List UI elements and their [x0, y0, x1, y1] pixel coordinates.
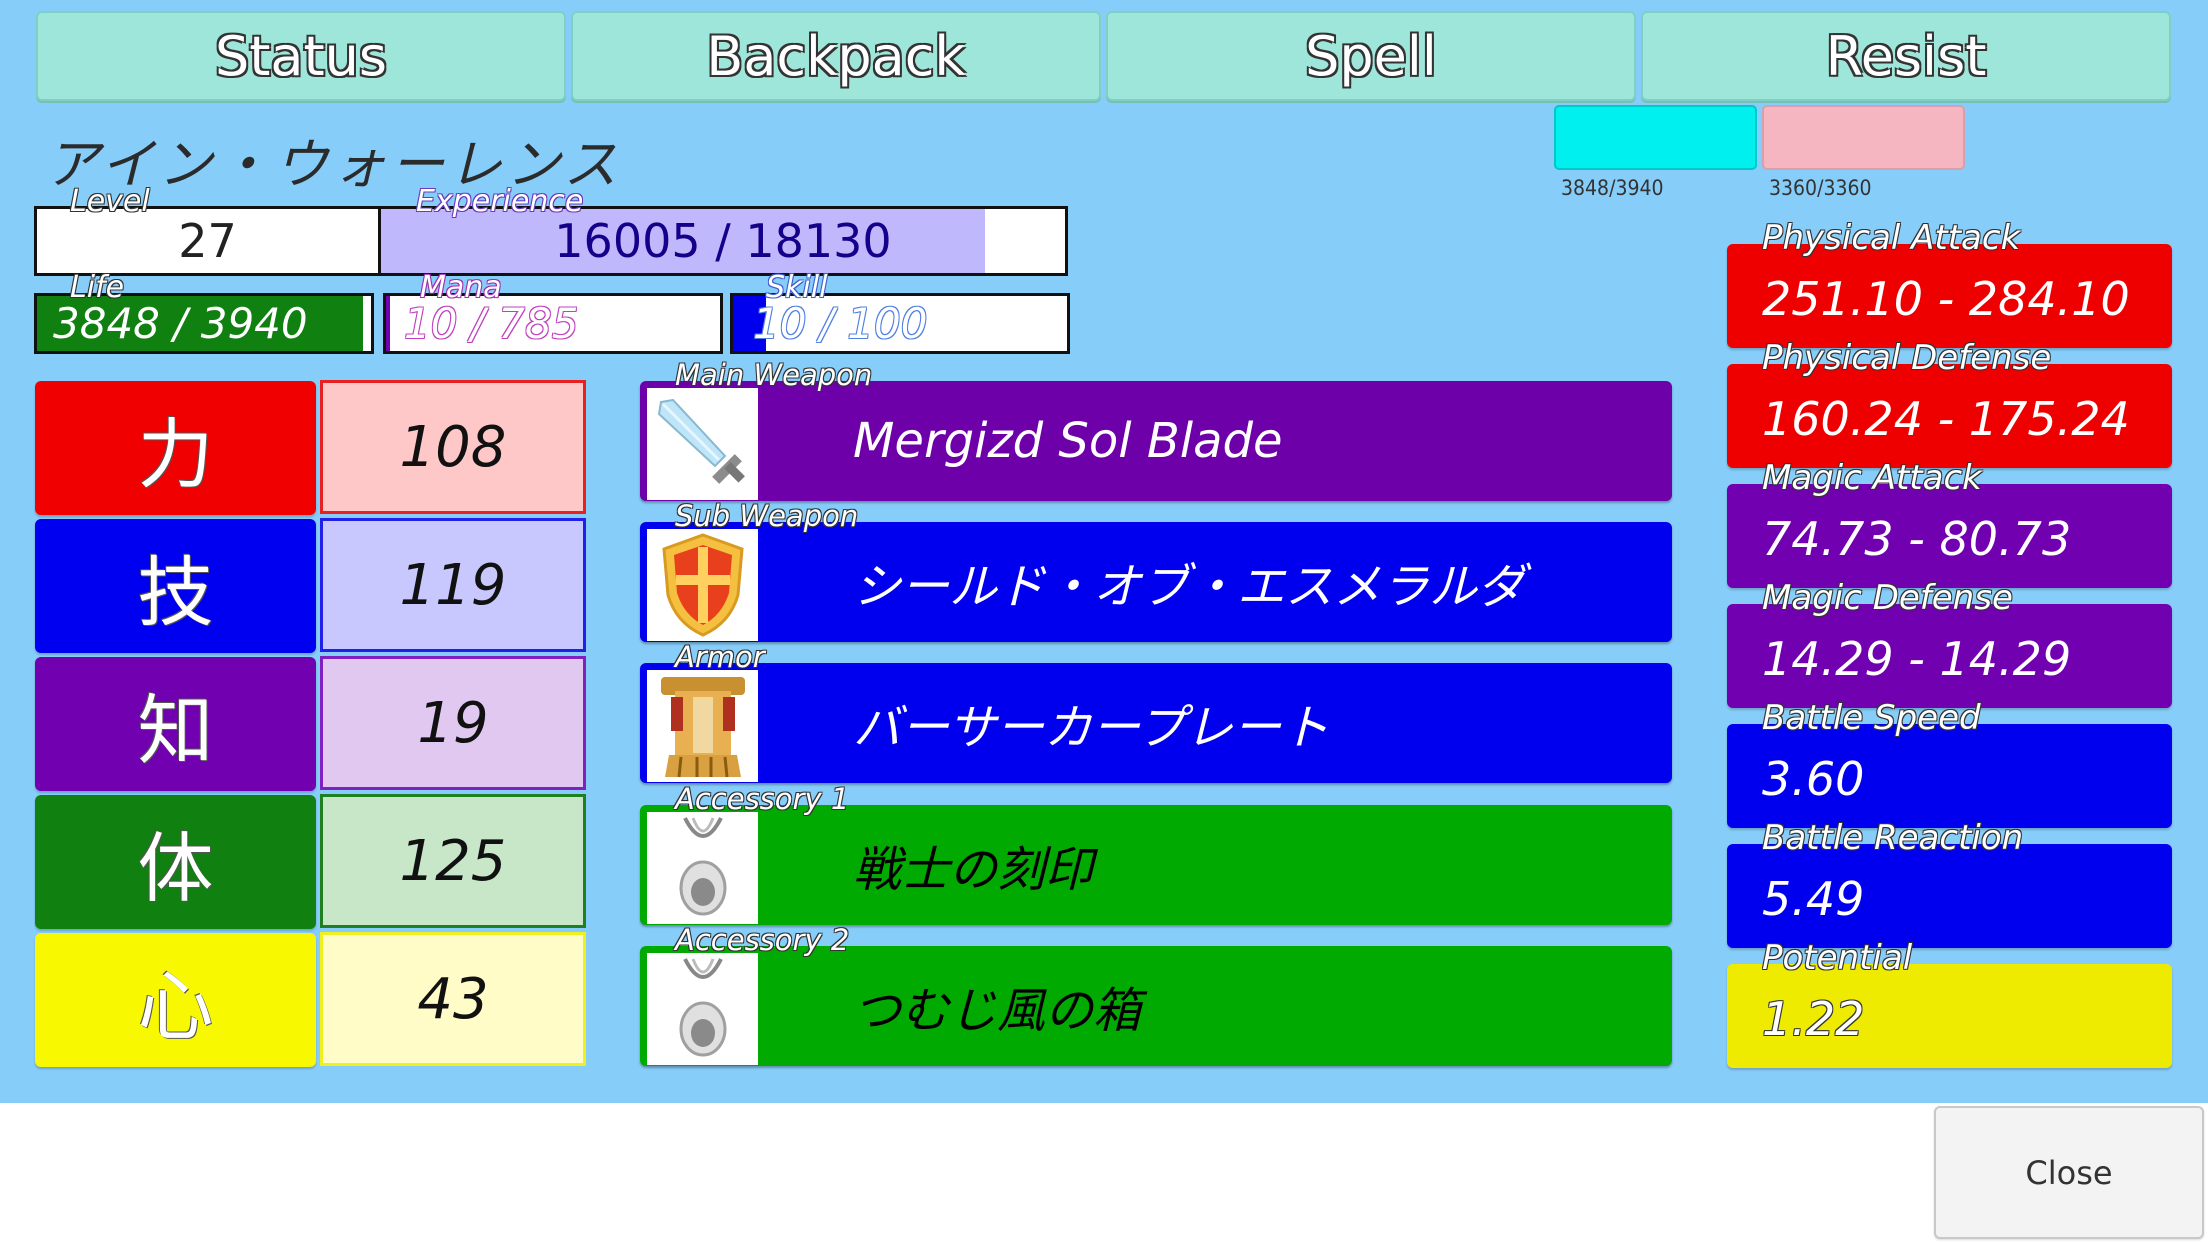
attribute-value-intelligence: 19: [320, 656, 586, 790]
sword-icon: [647, 388, 758, 500]
equipment-accessory-1[interactable]: 戦士の刻印: [640, 805, 1672, 925]
tab-backpack-label: Backpack: [706, 24, 966, 88]
attribute-value-agility: 119: [320, 518, 586, 652]
resist-gauge-pink: [1762, 105, 1965, 170]
equip-slot-label: Armor: [675, 640, 765, 674]
skill-label: Skill: [766, 270, 828, 305]
equip-slot-label: Accessory 2: [675, 923, 850, 957]
tab-resist-label: Resist: [1825, 24, 1987, 88]
status-screen: Status Backpack Spell Resist 3848/3940 3…: [0, 0, 2208, 1103]
stat-label-battle-speed: Battle Speed: [1762, 698, 1981, 738]
stat-value: 14.29 - 14.29: [1762, 632, 2072, 686]
attribute-value-mind: 43: [320, 932, 586, 1066]
stat-battle-reaction: 5.49: [1727, 844, 2172, 948]
stat-value: 160.24 - 175.24: [1762, 392, 2130, 446]
stat-value: 5.49: [1762, 872, 1865, 926]
stat-label-potential: Potential: [1762, 938, 1913, 978]
stat-label-magic-defense: Magic Defense: [1762, 578, 2013, 618]
stat-potential: 1.22: [1727, 964, 2172, 1068]
level-label: Level: [70, 184, 150, 219]
stat-magic-defense: 14.29 - 14.29: [1727, 604, 2172, 708]
life-label: Life: [70, 270, 125, 305]
tab-spell[interactable]: Spell: [1106, 11, 1636, 101]
stat-physical-defense: 160.24 - 175.24: [1727, 364, 2172, 468]
equip-slot-label: Accessory 1: [675, 782, 850, 816]
equipment-name: 戦士の刻印: [853, 842, 1094, 898]
pendant-icon: [647, 812, 758, 924]
pendant-icon: [647, 953, 758, 1065]
resist-gauge-cyan-text: 3848/3940: [1561, 176, 1664, 200]
resist-gauge-pink-text: 3360/3360: [1769, 176, 1872, 200]
stat-value: 3.60: [1762, 752, 1865, 806]
stat-label-magic-attack: Magic Attack: [1762, 458, 1982, 498]
attribute-name-agility: 技: [35, 519, 316, 653]
equip-slot-label: Main Weapon: [675, 358, 873, 392]
equip-slot-label: Sub Weapon: [675, 499, 859, 533]
equipment-name: シールド・オブ・エスメラルダ: [853, 559, 1526, 615]
close-button[interactable]: Close: [1934, 1106, 2204, 1239]
stat-value: 74.73 - 80.73: [1762, 512, 2072, 566]
mana-fill: [386, 296, 391, 351]
equipment-name: Mergizd Sol Blade: [853, 413, 1283, 469]
tab-status-label: Status: [214, 24, 388, 88]
mana-label: Mana: [420, 270, 502, 305]
equipment-name: つむじ風の箱: [853, 983, 1142, 1039]
resist-gauge-cyan: [1554, 105, 1757, 170]
tab-backpack[interactable]: Backpack: [571, 11, 1101, 101]
stat-label-battle-reaction: Battle Reaction: [1762, 818, 2024, 858]
stat-label-physical-defense: Physical Defense: [1762, 338, 2052, 378]
stat-label-physical-attack: Physical Attack: [1762, 218, 2021, 258]
stat-value: 251.10 - 284.10: [1762, 272, 2130, 326]
tab-resist[interactable]: Resist: [1641, 11, 2171, 101]
equipment-main-weapon[interactable]: Mergizd Sol Blade: [640, 381, 1672, 501]
attribute-value-strength: 108: [320, 380, 586, 514]
attribute-name-stamina: 体: [35, 795, 316, 929]
attribute-name-mind: 心: [35, 933, 316, 1067]
equipment-name: バーサーカープレート: [853, 700, 1330, 756]
shield-icon: [647, 529, 758, 641]
tab-spell-label: Spell: [1305, 24, 1437, 88]
attribute-name-strength: 力: [35, 381, 316, 515]
stat-battle-speed: 3.60: [1727, 724, 2172, 828]
attribute-name-intelligence: 知: [35, 657, 316, 791]
stat-physical-attack: 251.10 - 284.10: [1727, 244, 2172, 348]
stat-value: 1.22: [1762, 992, 1865, 1046]
armor-icon: [647, 670, 758, 782]
attribute-value-stamina: 125: [320, 794, 586, 928]
stat-magic-attack: 74.73 - 80.73: [1727, 484, 2172, 588]
experience-label: Experience: [416, 184, 584, 219]
tab-status[interactable]: Status: [36, 11, 566, 101]
equipment-accessory-2[interactable]: つむじ風の箱: [640, 946, 1672, 1066]
equipment-sub-weapon[interactable]: シールド・オブ・エスメラルダ: [640, 522, 1672, 642]
equipment-armor[interactable]: バーサーカープレート: [640, 663, 1672, 783]
